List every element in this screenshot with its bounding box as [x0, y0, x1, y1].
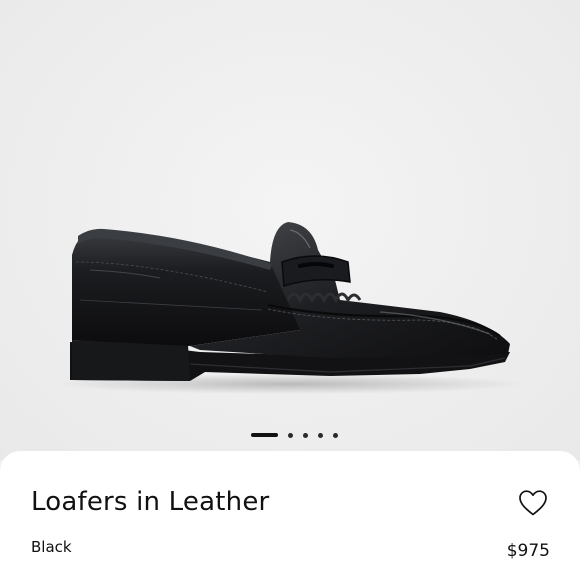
product-color: Black	[31, 538, 72, 556]
product-info-card: Loafers in Leather Black $975	[0, 451, 580, 580]
product-price: $975	[506, 541, 550, 561]
favorite-button[interactable]	[518, 489, 548, 517]
product-title: Loafers in Leather	[31, 487, 270, 517]
pagination-dot[interactable]	[317, 432, 323, 438]
gallery-pagination	[0, 430, 580, 440]
pagination-dot[interactable]	[332, 432, 338, 438]
pagination-dot[interactable]	[287, 432, 293, 438]
heart-outline-icon	[519, 490, 547, 516]
pagination-dot[interactable]	[302, 432, 308, 438]
loafer-product-image	[55, 222, 525, 394]
pagination-dot-active[interactable]	[250, 433, 278, 437]
product-image-gallery[interactable]	[0, 0, 580, 460]
